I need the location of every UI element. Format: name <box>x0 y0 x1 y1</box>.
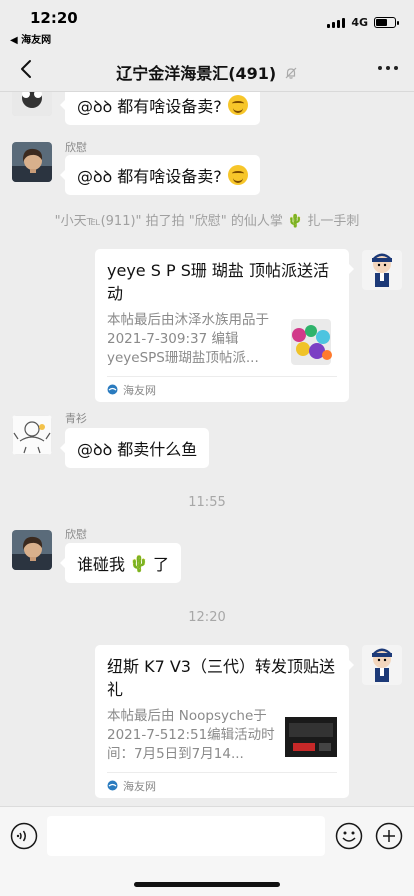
avatar[interactable] <box>12 92 52 116</box>
sender-name: 青衫 <box>65 412 87 425</box>
message-bubble[interactable]: @ꝺꝺ 都有啥设备卖? <box>60 155 260 195</box>
message-bubble[interactable]: 谁碰我 🌵 了 <box>60 543 181 583</box>
status-time: 12:20 <box>30 9 78 27</box>
card-thumbnail <box>285 711 337 763</box>
back-to-app-link[interactable]: ◀ 海友网 <box>10 31 51 46</box>
avatar[interactable] <box>12 530 52 570</box>
sender-name: 欣慰 <box>65 528 87 541</box>
message-bubble[interactable]: @ꝺꝺ 都卖什么鱼 <box>59 428 210 468</box>
card-description: 本帖最后由沐泽水族用品于 2021-7-309:37 编辑 yeyeSPS珊瑚盐… <box>107 312 269 366</box>
message-text: @ꝺꝺ 都有啥设备卖? <box>77 167 222 186</box>
avatar[interactable] <box>362 250 402 290</box>
home-indicator[interactable] <box>134 882 280 887</box>
avatar[interactable] <box>12 142 52 182</box>
avatar[interactable] <box>12 415 52 455</box>
card-thumbnail <box>285 315 337 367</box>
link-card[interactable]: 纽斯 K7 V3（三代）转发顶贴送礼 本帖最后由 Noopsyche于 2021… <box>95 645 354 798</box>
sender-name: 欣慰 <box>65 141 87 154</box>
card-description: 本帖最后由 Noopsyche于 2021-7-512:51编辑活动时间：7月5… <box>107 708 275 762</box>
chat-header: 辽宁金洋海景汇(491) <box>0 48 414 92</box>
card-source: 海友网 <box>107 376 337 402</box>
chat-title-text: 辽宁金洋海景汇(491) <box>116 64 277 83</box>
source-logo-icon <box>107 780 118 791</box>
chat-title: 辽宁金洋海景汇(491) <box>0 60 414 84</box>
battery-icon <box>374 17 399 28</box>
card-title: 纽斯 K7 V3（三代）转发顶贴送礼 <box>107 657 335 699</box>
message-text: 谁碰我 <box>77 555 126 574</box>
message-input[interactable] <box>47 816 325 856</box>
message-text: 了 <box>152 555 169 574</box>
smile-emoji-icon <box>227 95 248 115</box>
card-source-name: 海友网 <box>123 383 156 397</box>
source-logo-icon <box>107 384 118 395</box>
timestamp: 11:55 <box>188 495 226 510</box>
message-text: @ꝺꝺ 都卖什么鱼 <box>77 440 198 459</box>
network-label: 4G <box>351 16 368 29</box>
card-title: yeye S P S珊 瑚盐 顶帖派送活动 <box>107 261 330 303</box>
message-text: @ꝺꝺ 都有啥设备卖? <box>77 97 222 116</box>
link-card[interactable]: yeye S P S珊 瑚盐 顶帖派送活动 本帖最后由沐泽水族用品于 2021-… <box>95 249 354 402</box>
cactus-emoji: 🌵 <box>129 553 149 573</box>
timestamp: 12:20 <box>188 610 226 625</box>
voice-icon[interactable] <box>10 822 38 850</box>
plus-icon[interactable] <box>375 822 403 850</box>
status-indicators: 4G <box>327 16 399 29</box>
chat-message-list[interactable]: @ꝺꝺ 都有啥设备卖? 欣慰 @ꝺꝺ 都有啥设备卖? "小天℡(911)" 拍了… <box>0 92 414 804</box>
status-bar: 12:20 ◀ 海友网 4G <box>0 0 414 48</box>
message-bubble[interactable]: @ꝺꝺ 都有啥设备卖? <box>60 92 260 125</box>
bell-slash-icon <box>285 67 297 79</box>
emoji-icon[interactable] <box>335 822 363 850</box>
signal-icon <box>327 17 346 28</box>
more-dots-icon[interactable] <box>378 66 398 70</box>
card-source: 海友网 <box>107 772 337 798</box>
avatar[interactable] <box>362 645 402 685</box>
card-source-name: 海友网 <box>123 779 156 793</box>
system-message: "小天℡(911)" 拍了拍 "欣慰" 的仙人掌 🌵 扎一手刺 <box>54 214 360 229</box>
smile-emoji-icon <box>227 165 248 185</box>
